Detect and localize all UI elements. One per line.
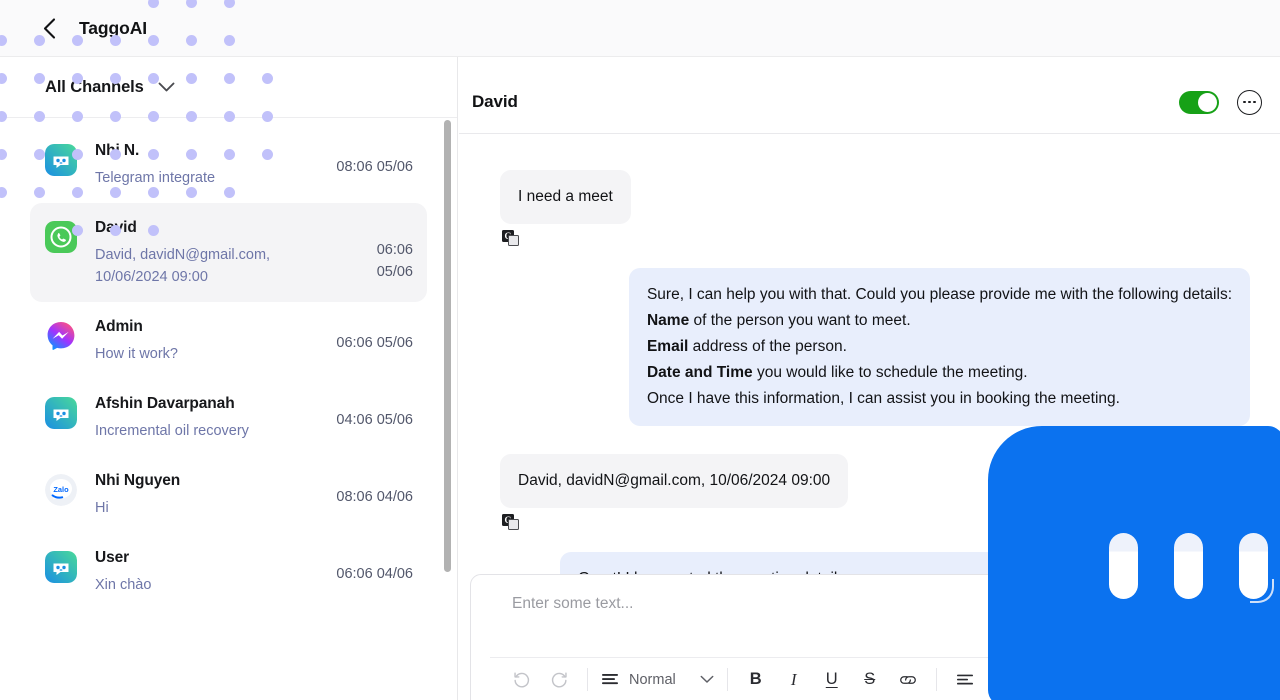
timestamp: 08:06 05/06 (321, 140, 413, 178)
list-item[interactable]: Admin How it work? 06:06 05/06 (30, 302, 427, 379)
contact-name: Afshin Davarpanah (95, 393, 313, 414)
translate-icon[interactable]: G (502, 514, 519, 530)
strikethrough-label: S (864, 671, 875, 688)
typing-dot (1239, 533, 1268, 599)
message-line: Sure, I can help you with that. Could yo… (647, 282, 1232, 308)
list-item-body: Admin How it work? (77, 316, 321, 365)
message-preview: Incremental oil recovery (95, 420, 313, 442)
chat-contact-name: David (472, 92, 518, 112)
chat-launcher-widget[interactable] (988, 426, 1280, 700)
list-item[interactable]: Afshin Davarpanah Incremental oil recove… (30, 379, 427, 456)
italic-label: I (791, 671, 797, 688)
chevron-down-icon (700, 675, 714, 684)
message-row: I need a meet (500, 170, 1250, 224)
typing-dot (1174, 533, 1203, 599)
app-title: TaggoAI (79, 18, 147, 39)
channel-filter[interactable]: All Channels (0, 57, 457, 118)
message-line: Name of the person you want to meet. (647, 308, 1232, 334)
more-options-button[interactable] (1237, 90, 1262, 115)
translate-action[interactable]: G (502, 230, 1250, 246)
list-item-body: David David, davidN@gmail.com, 10/06/202… (77, 217, 321, 288)
timestamp: 06:06 04/06 (321, 547, 413, 585)
contact-name: Nhi Nguyen (95, 470, 313, 491)
chat-header: David (459, 57, 1280, 76)
strikethrough-button[interactable]: S (851, 663, 889, 697)
list-item[interactable]: David David, davidN@gmail.com, 10/06/202… (30, 203, 427, 302)
underline-label: U (826, 671, 838, 688)
telegram-bot-avatar-icon (45, 551, 77, 583)
list-item-body: Nhi Nguyen Hi (77, 470, 321, 519)
toolbar-divider (936, 668, 937, 691)
italic-button[interactable]: I (775, 663, 813, 697)
telegram-bot-avatar-icon (45, 144, 77, 176)
more-horizontal-icon (1248, 101, 1251, 104)
paragraph-style-icon (601, 672, 619, 688)
message-preview: Hi (95, 497, 313, 519)
contact-name: David (95, 217, 313, 238)
link-icon (898, 673, 918, 687)
align-left-button[interactable] (946, 663, 984, 697)
undo-icon (512, 670, 531, 689)
message-bubble: I need a meet (500, 170, 631, 224)
list-item-body: Afshin Davarpanah Incremental oil recove… (77, 393, 321, 442)
message-row: Sure, I can help you with that. Could yo… (500, 268, 1250, 426)
chevron-down-icon (158, 82, 175, 93)
more-horizontal-icon (1253, 101, 1256, 104)
list-item[interactable]: User Xin chào 06:06 04/06 (30, 533, 427, 610)
conversation-list[interactable]: Nhi N. Telegram integrate 08:06 05/06 Da… (0, 118, 457, 700)
link-button[interactable] (889, 663, 927, 697)
paragraph-style-selector[interactable]: Normal (597, 672, 718, 688)
chat-header-actions (1179, 90, 1262, 115)
message-preview: David, davidN@gmail.com, 10/06/2024 09:0… (95, 244, 313, 288)
list-item[interactable]: Nhi N. Telegram integrate 08:06 05/06 (30, 126, 427, 203)
more-horizontal-icon (1243, 101, 1246, 104)
chevron-left-icon (43, 18, 56, 39)
message-line: Date and Time you would like to schedule… (647, 360, 1232, 386)
bold-label: B (750, 671, 762, 688)
svg-text:Zalo: Zalo (53, 485, 69, 494)
timestamp: 04:06 05/06 (321, 393, 413, 431)
telegram-bot-avatar-icon (45, 397, 77, 429)
message-preview: Xin chào (95, 574, 313, 596)
undo-button[interactable] (502, 663, 540, 697)
whatsapp-avatar-icon (45, 221, 77, 253)
translate-icon[interactable]: G (502, 230, 519, 246)
typing-dot (1109, 533, 1138, 599)
message-line: Email address of the person. (647, 334, 1232, 360)
contact-name: User (95, 547, 313, 568)
toggle-knob (1198, 93, 1217, 112)
back-button[interactable] (38, 17, 60, 39)
timestamp: 06:06 05/06 (321, 217, 413, 283)
sidebar-scrollbar[interactable] (444, 120, 451, 700)
top-bar: TaggoAI (0, 0, 1280, 57)
messenger-avatar-icon (45, 320, 77, 352)
paragraph-style-label: Normal (629, 672, 676, 688)
message-preview: How it work? (95, 343, 313, 365)
bot-enabled-toggle[interactable] (1179, 91, 1219, 114)
message-preview: Telegram integrate (95, 167, 313, 189)
channel-filter-label: All Channels (45, 78, 144, 97)
toolbar-divider (587, 668, 588, 691)
zalo-avatar-icon: Zalo (45, 474, 77, 506)
message-bubble: Sure, I can help you with that. Could yo… (629, 268, 1250, 426)
message-bubble: David, davidN@gmail.com, 10/06/2024 09:0… (500, 454, 848, 508)
contact-name: Nhi N. (95, 140, 313, 161)
contact-name: Admin (95, 316, 313, 337)
list-item[interactable]: Zalo Nhi Nguyen Hi 08:06 04/06 (30, 456, 427, 533)
toolbar-divider (727, 668, 728, 691)
timestamp: 08:06 04/06 (321, 470, 413, 508)
align-left-icon (956, 673, 974, 687)
sidebar: All Channels (0, 57, 458, 700)
redo-icon (550, 670, 569, 689)
underline-button[interactable]: U (813, 663, 851, 697)
list-item-body: User Xin chào (77, 547, 321, 596)
list-item-body: Nhi N. Telegram integrate (77, 140, 321, 189)
timestamp: 06:06 05/06 (321, 316, 413, 354)
app-window: TaggoAI All Channels (0, 0, 1280, 700)
sidebar-scrollbar-thumb[interactable] (444, 120, 451, 572)
redo-button[interactable] (540, 663, 578, 697)
bold-button[interactable]: B (737, 663, 775, 697)
message-line: Once I have this information, I can assi… (647, 386, 1232, 412)
